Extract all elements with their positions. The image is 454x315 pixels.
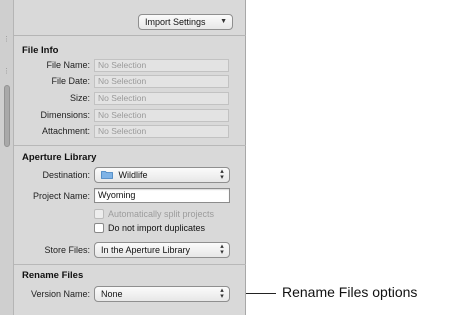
callout-label: Rename Files options <box>282 284 418 300</box>
attachment-label: Attachment: <box>41 126 90 136</box>
destination-value: Wildlife <box>118 170 148 180</box>
dimensions-label: Dimensions: <box>40 110 90 120</box>
destination-popup[interactable]: Wildlife ▴ ▾ <box>94 167 230 183</box>
import-settings-label: Import Settings <box>145 17 206 27</box>
destination-label: Destination: <box>42 170 90 180</box>
size-label: Size: <box>69 93 90 103</box>
file-name-field: No Selection <box>94 59 229 72</box>
split-projects-checkbox[interactable] <box>94 209 104 219</box>
file-date-field: No Selection <box>94 75 229 88</box>
import-settings-popup[interactable]: Import Settings ▼ <box>138 14 233 30</box>
section-title: Rename Files <box>22 270 84 281</box>
split-projects-label: Automatically split projects <box>108 209 215 219</box>
file-info-section: File Info File Name: No Selection File D… <box>14 36 246 146</box>
version-name-popup[interactable]: None ▴ ▾ <box>94 286 230 302</box>
no-duplicates-checkbox[interactable] <box>94 223 104 233</box>
chevron-down-icon: ▼ <box>220 18 227 25</box>
attachment-field: No Selection <box>94 125 229 138</box>
aperture-library-section: Aperture Library Destination: Wildlife ▴… <box>14 146 246 265</box>
no-duplicates-label: Do not import duplicates <box>108 223 206 233</box>
file-name-label: File Name: <box>46 60 90 70</box>
callout-line <box>246 293 276 294</box>
panel-header: Import Settings ▼ <box>14 0 246 36</box>
folder-icon <box>101 169 113 183</box>
project-name-label: Project Name: <box>32 191 90 201</box>
section-title: Aperture Library <box>22 152 97 163</box>
updown-arrows-icon: ▴ ▾ <box>220 168 224 181</box>
updown-arrows-icon: ▴ ▾ <box>220 243 224 256</box>
dimensions-field: No Selection <box>94 109 229 122</box>
left-sidebar-edge: ⋮ ⋮ <box>0 0 14 315</box>
rename-files-section: Rename Files Version Name: None ▴ ▾ <box>14 265 246 315</box>
project-name-input[interactable]: Wyoming <box>94 188 230 203</box>
store-files-popup[interactable]: In the Aperture Library ▴ ▾ <box>94 242 230 258</box>
version-name-value: None <box>101 289 123 299</box>
import-settings-panel: Import Settings ▼ File Info File Name: N… <box>14 0 246 315</box>
resize-grip-icon[interactable]: ⋮ <box>3 36 10 46</box>
store-files-label: Store Files: <box>44 245 90 255</box>
updown-arrows-icon: ▴ ▾ <box>220 287 224 300</box>
file-date-label: File Date: <box>51 76 90 86</box>
resize-grip-icon[interactable]: ⋮ <box>3 68 10 78</box>
store-files-value: In the Aperture Library <box>101 245 191 255</box>
version-name-label: Version Name: <box>30 289 90 299</box>
section-title: File Info <box>22 45 59 56</box>
size-field: No Selection <box>94 92 229 105</box>
